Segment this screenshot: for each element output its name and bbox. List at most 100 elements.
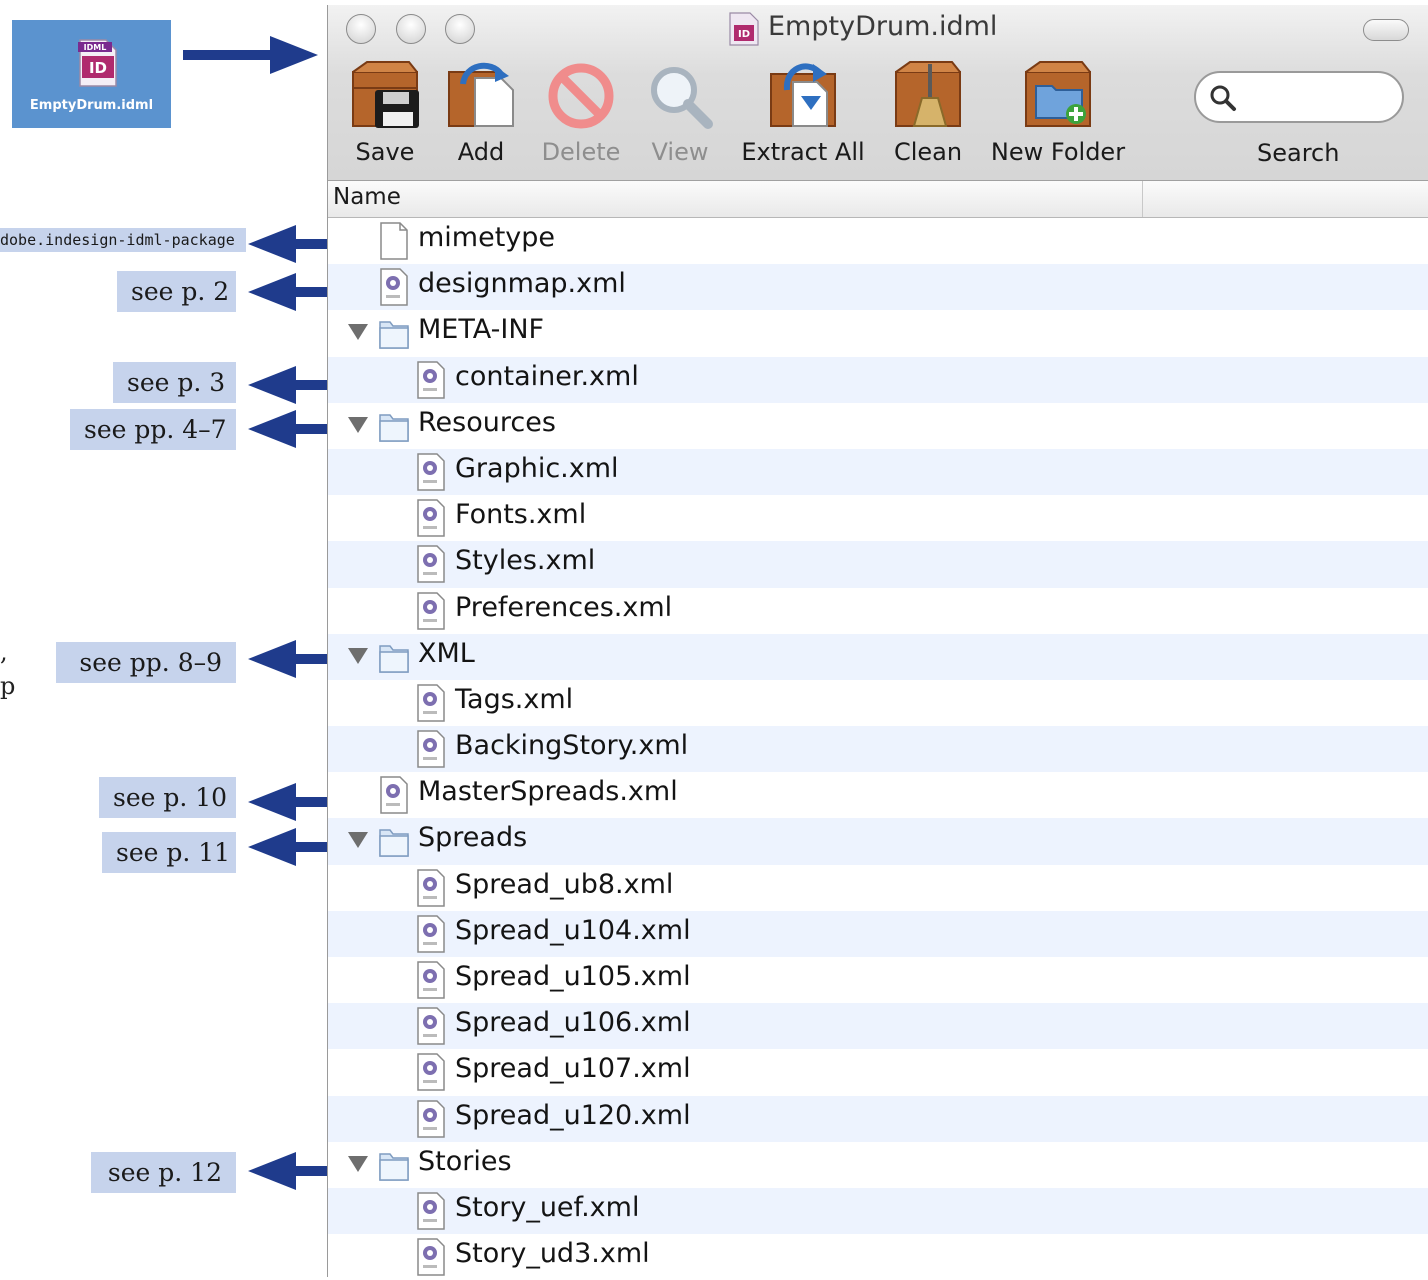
disclosure-triangle-icon[interactable]	[348, 1155, 368, 1172]
xml-file-icon	[417, 1238, 445, 1276]
arrow-head	[248, 1152, 296, 1190]
file-row[interactable]: Spreads	[328, 818, 1428, 865]
file-name: BackingStory.xml	[455, 730, 689, 762]
disclosure-triangle-icon[interactable]	[348, 324, 368, 341]
folder-icon	[379, 1153, 409, 1181]
xml-file-icon	[417, 1192, 445, 1230]
file-row[interactable]: Stories	[328, 1142, 1428, 1188]
broom-crate-icon	[895, 61, 961, 127]
file-name: mimetype	[418, 222, 556, 253]
extract-crate-icon	[770, 63, 836, 127]
save-button[interactable]: Save	[342, 60, 428, 166]
file-row[interactable]: Spread_u106.xml	[328, 1003, 1428, 1050]
delete-button[interactable]: Delete	[538, 60, 624, 166]
clean-label: Clean	[893, 138, 963, 166]
file-name: Story_ud3.xml	[455, 1238, 650, 1270]
new-folder-button[interactable]: New Folder	[988, 60, 1128, 166]
window-toolbar: ID EmptyDrum.idml Save Add Delete View E…	[328, 5, 1428, 181]
annotation-meta-inf: see p. 3	[113, 362, 236, 403]
file-name: MasterSpreads.xml	[418, 776, 678, 808]
disclosure-triangle-icon[interactable]	[348, 647, 368, 664]
minimize-window-button[interactable]	[396, 14, 426, 44]
file-name: META-INF	[418, 314, 545, 346]
file-row[interactable]: BackingStory.xml	[328, 726, 1428, 773]
add-button[interactable]: Add	[440, 60, 522, 166]
save-crate-icon	[352, 61, 419, 128]
file-row[interactable]: Fonts.xml	[328, 495, 1428, 541]
file-row[interactable]: mimetype	[328, 218, 1428, 264]
annotation-masterspreads: see p. 10	[99, 777, 236, 818]
name-column-header[interactable]: Name	[333, 184, 401, 210]
view-button[interactable]: View	[638, 60, 722, 166]
file-list: mimetype designmap.xml META-INF container.x…	[328, 218, 1428, 1280]
xml-file-icon	[380, 776, 408, 814]
folder-icon	[379, 321, 409, 350]
xml-file-icon	[417, 961, 445, 999]
annotation-resources: see pp. 4–7	[70, 409, 236, 450]
new-folder-label: New Folder	[990, 138, 1126, 166]
toolbar-toggle-button[interactable]	[1363, 19, 1409, 41]
file-row[interactable]: Spread_u120.xml	[328, 1095, 1428, 1142]
xml-file-icon	[417, 868, 445, 907]
xml-file-icon	[417, 499, 445, 537]
file-row[interactable]: Tags.xml	[328, 680, 1428, 726]
folder-icon	[379, 414, 409, 442]
file-row[interactable]: MasterSpreads.xml	[328, 772, 1428, 818]
disclosure-triangle-icon[interactable]	[348, 416, 368, 433]
file-name: container.xml	[455, 360, 639, 392]
xml-file-icon	[417, 1007, 445, 1045]
arrow-head	[248, 273, 296, 311]
file-row[interactable]: Story_uef.xml	[328, 1187, 1428, 1235]
file-name: Resources	[418, 406, 556, 438]
column-separator[interactable]	[1142, 181, 1143, 217]
delete-icon	[548, 63, 614, 129]
close-window-button[interactable]	[346, 14, 376, 44]
indesign-document-icon: ID	[729, 12, 759, 46]
margin-fragment-comma: ,	[0, 638, 8, 666]
xml-file-icon	[417, 360, 445, 399]
file-row[interactable]: XML	[328, 633, 1428, 680]
arrow-head	[248, 640, 296, 678]
file-row[interactable]: Spread_ub8.xml	[328, 865, 1428, 911]
search-input[interactable]	[1194, 71, 1404, 123]
extract-all-button[interactable]: Extract All	[738, 60, 868, 166]
search-label: Search	[1257, 139, 1340, 167]
file-row[interactable]: Story_ud3.xml	[328, 1234, 1428, 1280]
xml-file-icon	[417, 591, 445, 630]
file-row[interactable]: Styles.xml	[328, 541, 1428, 588]
magnifier-icon	[651, 67, 713, 129]
file-row[interactable]: Spread_u107.xml	[328, 1049, 1428, 1095]
file-name: designmap.xml	[418, 268, 626, 300]
xml-file-icon	[417, 684, 445, 722]
margin-fragment-p: p	[0, 672, 16, 700]
file-row[interactable]: Spread_u105.xml	[328, 957, 1428, 1003]
xml-file-icon	[417, 730, 445, 768]
title-icon-glyph: ID	[738, 29, 750, 40]
file-row[interactable]: Graphic.xml	[328, 448, 1428, 496]
file-row[interactable]: META-INF	[328, 310, 1428, 356]
file-row[interactable]: Resources	[328, 403, 1428, 449]
clean-button[interactable]: Clean	[884, 60, 972, 166]
xml-file-icon	[380, 268, 408, 306]
annotation-designmap: see p. 2	[117, 271, 236, 312]
file-name: Story_uef.xml	[455, 1191, 640, 1223]
file-name: Spread_u107.xml	[455, 1053, 691, 1085]
annotation-spreads: see p. 11	[102, 832, 236, 873]
file-name: Tags.xml	[455, 683, 574, 715]
file-row[interactable]: Spread_u104.xml	[328, 910, 1428, 957]
folder-icon	[379, 829, 409, 858]
window-title: EmptyDrum.idml	[768, 11, 998, 42]
file-name: XML	[418, 637, 475, 669]
file-name: Spread_u120.xml	[455, 1099, 691, 1131]
file-row[interactable]: container.xml	[328, 356, 1428, 403]
zoom-window-button[interactable]	[445, 14, 475, 44]
arrow-head	[248, 225, 296, 263]
file-row[interactable]: Preferences.xml	[328, 588, 1428, 634]
xml-file-icon	[417, 1099, 445, 1138]
file-name: Spread_u106.xml	[455, 1007, 691, 1039]
file-row[interactable]: designmap.xml	[328, 264, 1428, 311]
file-name: Fonts.xml	[455, 499, 587, 531]
list-header: Name	[328, 181, 1428, 218]
disclosure-triangle-icon[interactable]	[348, 832, 368, 849]
file-name: Spread_u105.xml	[455, 961, 691, 992]
